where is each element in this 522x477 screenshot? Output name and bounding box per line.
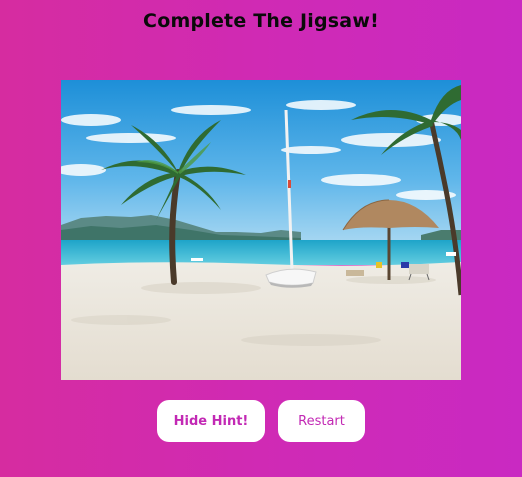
restart-button[interactable]: Restart (278, 400, 365, 442)
puzzle-hint-image[interactable] (61, 80, 461, 380)
hide-hint-button[interactable]: Hide Hint! (157, 400, 265, 442)
page-title: Complete The Jigsaw! (143, 10, 379, 32)
beach-scene-image (61, 80, 461, 380)
